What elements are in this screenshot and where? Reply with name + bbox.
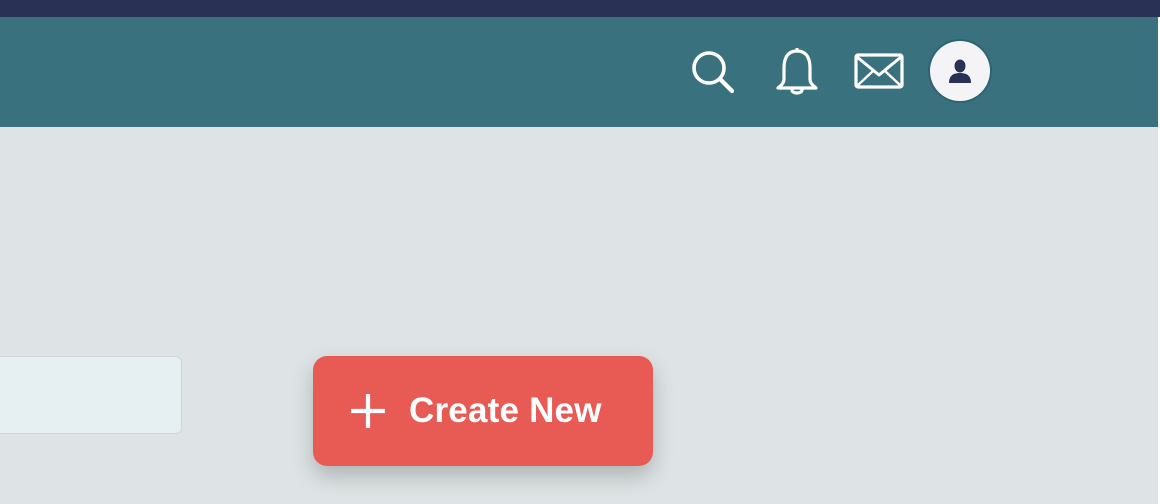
text-input[interactable] <box>0 356 182 434</box>
mail-icon[interactable] <box>854 52 904 92</box>
user-avatar-button[interactable] <box>930 41 990 101</box>
create-new-label: Create New <box>409 391 602 430</box>
create-new-button[interactable]: Create New <box>313 356 653 466</box>
bell-icon[interactable] <box>774 47 820 97</box>
plus-icon <box>351 394 385 428</box>
user-icon <box>949 59 971 83</box>
app-window: Create New <box>0 0 1160 504</box>
top-strip <box>0 0 1160 17</box>
search-icon[interactable] <box>690 49 736 95</box>
